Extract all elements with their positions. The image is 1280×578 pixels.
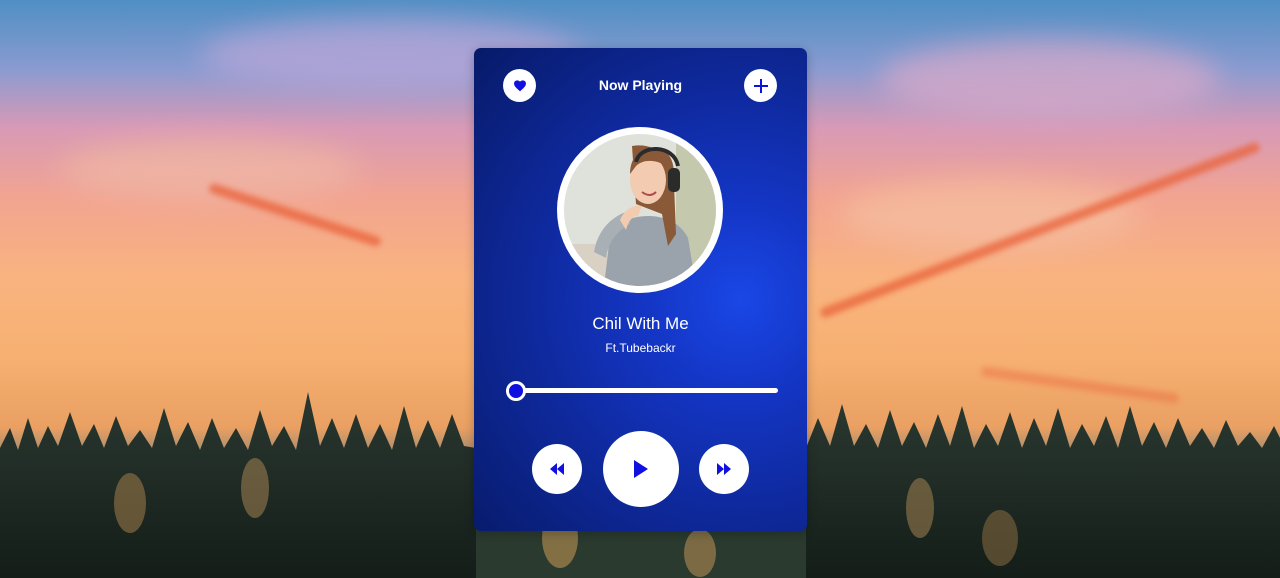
- progress-thumb[interactable]: [506, 381, 526, 401]
- add-button[interactable]: [744, 69, 777, 102]
- song-title: Chil With Me: [592, 314, 689, 333]
- album-art: [564, 134, 716, 286]
- rewind-icon: [550, 463, 564, 475]
- sky-cloud: [840, 180, 1140, 250]
- plus-icon: [753, 78, 768, 93]
- rewind-button[interactable]: [532, 444, 582, 494]
- artist-name: Ft.Tubebackr: [605, 341, 676, 355]
- album-art-frame: [557, 127, 723, 293]
- album-art-image: [564, 134, 716, 286]
- sky-cloud: [880, 40, 1220, 120]
- fast-forward-icon: [717, 463, 731, 475]
- play-icon: [634, 460, 648, 478]
- progress-track[interactable]: [506, 388, 778, 393]
- play-button[interactable]: [603, 431, 679, 507]
- fast-forward-button[interactable]: [699, 444, 749, 494]
- music-player-card: Now Playing Chil With Me Ft.Tubebackr: [474, 48, 807, 531]
